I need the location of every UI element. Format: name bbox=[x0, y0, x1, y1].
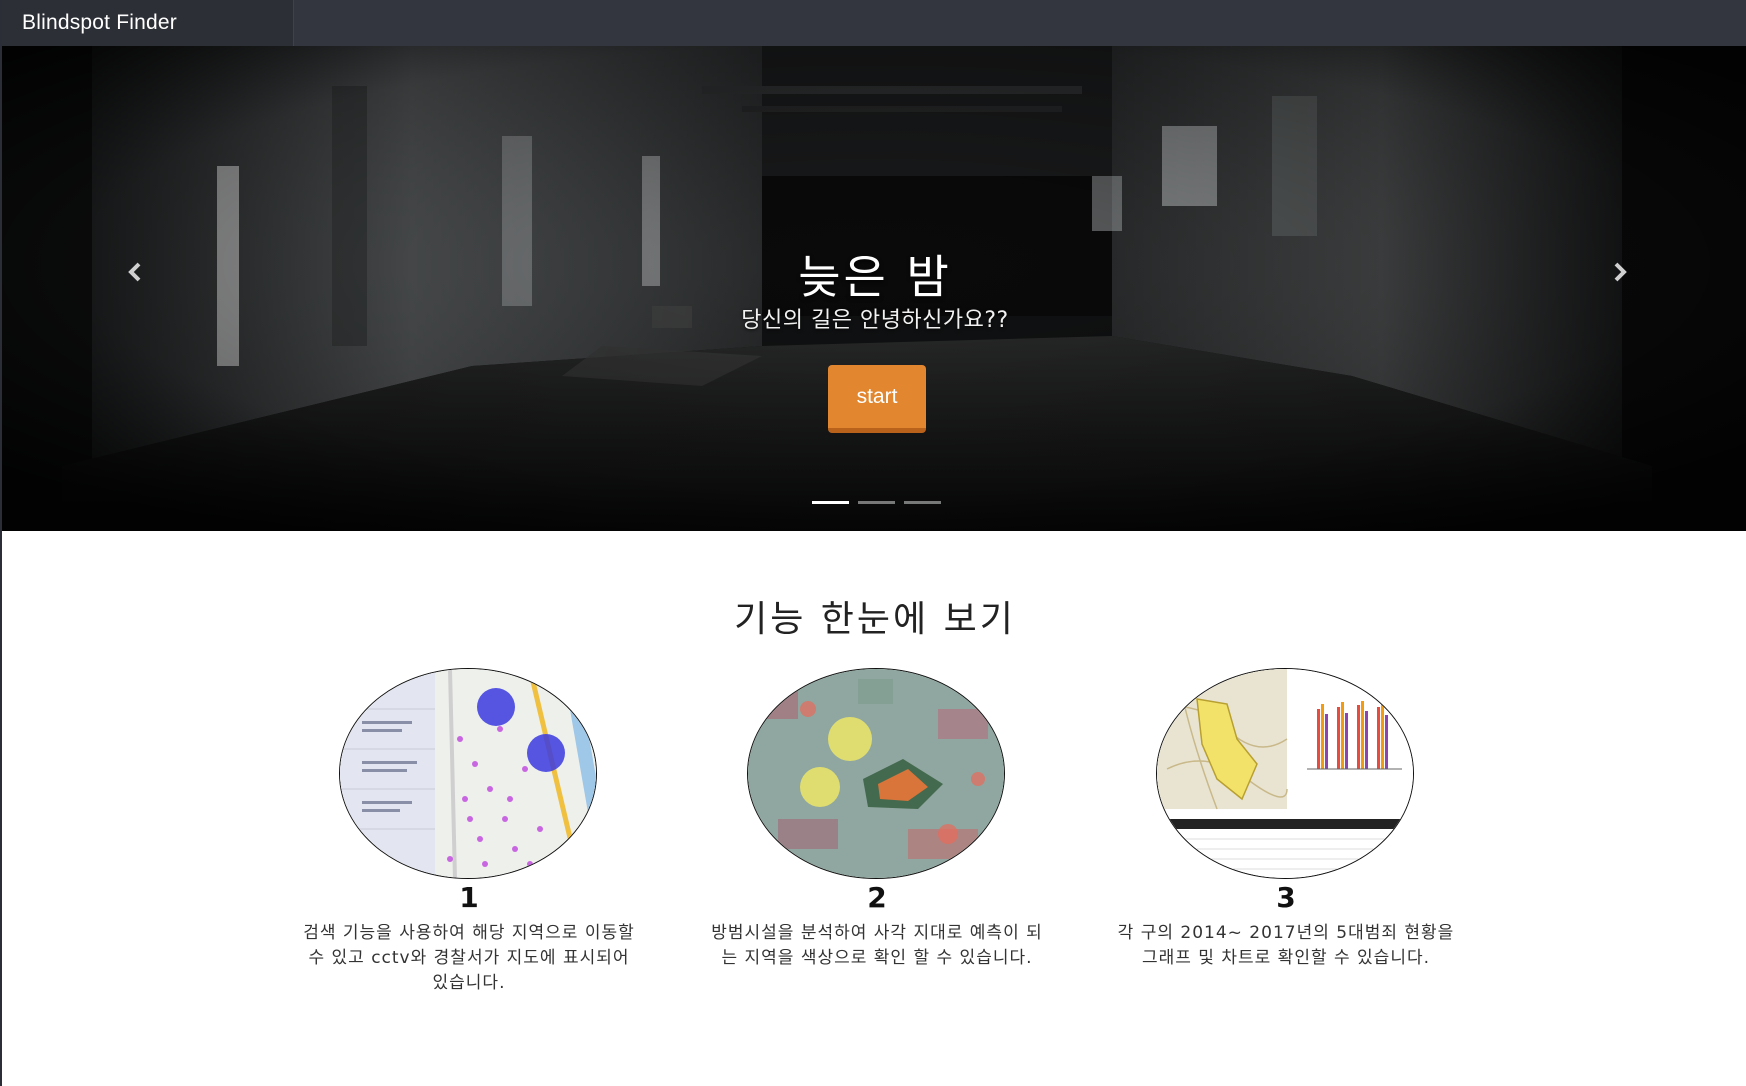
carousel-indicator-2[interactable] bbox=[858, 501, 895, 504]
carousel-indicators bbox=[812, 501, 942, 507]
feature-2-map-image bbox=[747, 668, 1005, 879]
page-frame: Blindspot Finder 늦은 밤 당신의 길은 안녕하신가요?? st… bbox=[0, 0, 1746, 1086]
feature-1-map-image bbox=[339, 668, 597, 879]
feature-3-description: 각 구의 2014~ 2017년의 5대범죄 현황을 그래프 및 차트로 확인할… bbox=[1117, 923, 1455, 968]
feature-1-number: 1 bbox=[459, 881, 479, 914]
feature-3-chart-image bbox=[1156, 668, 1414, 879]
chevron-left-icon bbox=[128, 262, 141, 282]
feature-2-description: 방범시설을 분석하여 사각 지대로 예측이 되는 지역을 색상으로 확인 할 수… bbox=[711, 923, 1043, 968]
feature-1-description: 검색 기능을 사용하여 해당 지역으로 이동할 수 있고 cctv와 경찰서가 … bbox=[303, 923, 635, 993]
hero-subtitle: 당신의 길은 안녕하신가요?? bbox=[741, 308, 1009, 333]
carousel-prev-button[interactable] bbox=[120, 252, 150, 292]
features-title: 기능 한눈에 보기 bbox=[734, 599, 1016, 640]
feature-2-number: 2 bbox=[867, 881, 887, 914]
start-button[interactable]: start bbox=[828, 365, 926, 433]
chevron-right-icon bbox=[1614, 262, 1627, 282]
hero-carousel: 늦은 밤 당신의 길은 안녕하신가요?? start bbox=[2, 46, 1746, 531]
carousel-indicator-1[interactable] bbox=[812, 501, 849, 504]
navbar: Blindspot Finder bbox=[2, 0, 1746, 46]
hero-title: 늦은 밤 bbox=[798, 250, 952, 304]
brand-link[interactable]: Blindspot Finder bbox=[2, 0, 294, 46]
feature-3-number: 3 bbox=[1276, 881, 1296, 914]
carousel-indicator-3[interactable] bbox=[904, 501, 941, 504]
carousel-next-button[interactable] bbox=[1605, 252, 1635, 292]
